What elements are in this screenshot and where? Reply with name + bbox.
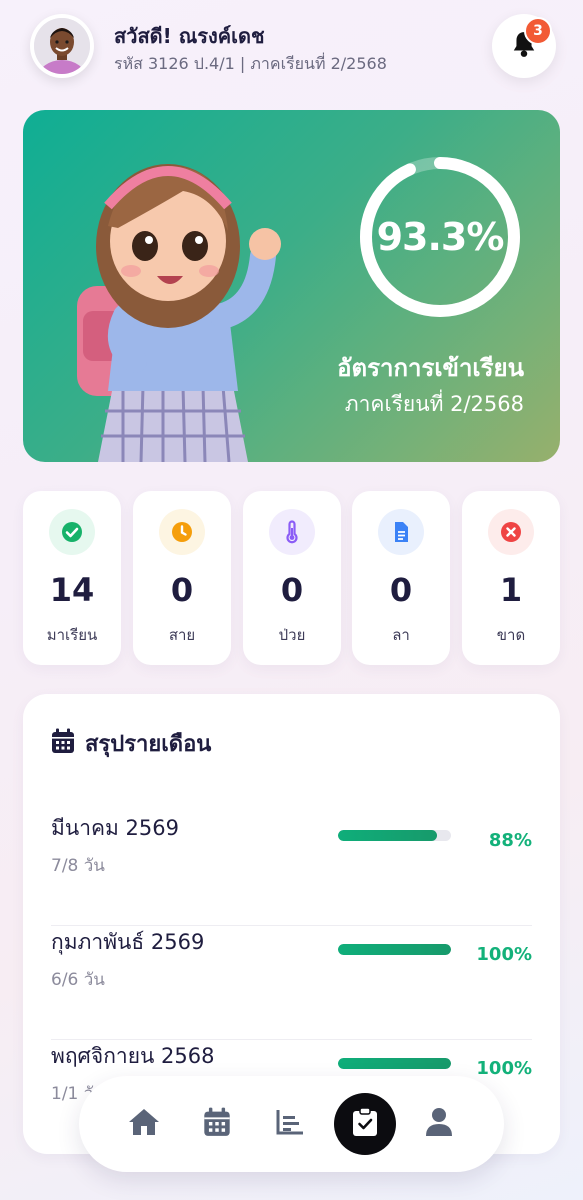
calendar-icon [203, 1107, 231, 1141]
stat-label: สาย [168, 626, 196, 644]
avatar-image [34, 18, 90, 74]
stat-value: 0 [280, 571, 304, 609]
stat-label: ลา [392, 626, 410, 644]
stat-label: มาเรียน [46, 626, 98, 644]
month-name: พฤศจิกายน 2568 [51, 1044, 215, 1068]
month-name: กุมภาพันธ์ 2569 [51, 930, 205, 954]
month-percent: 100% [476, 1058, 532, 1079]
student-info: รหัส 3126 ป.4/1 | ภาคเรียนที่ 2/2568 [114, 54, 387, 73]
attendance-percent: 93.3% [376, 215, 505, 259]
nav-profile[interactable] [419, 1104, 459, 1144]
greeting-text: สวัสดี! ณรงค์เดช [114, 24, 265, 48]
avatar[interactable] [30, 14, 94, 78]
document-icon [378, 509, 424, 555]
stat-card-late[interactable]: 0 สาย [133, 491, 231, 665]
check-circle-icon [49, 509, 95, 555]
bottom-nav [79, 1076, 504, 1172]
student-illustration [63, 136, 303, 462]
stat-card-present[interactable]: 14 มาเรียน [23, 491, 121, 665]
month-name: มีนาคม 2569 [51, 816, 179, 840]
x-circle-icon [488, 509, 534, 555]
month-days: 6/6 วัน [51, 970, 105, 990]
month-progress-bar [338, 1058, 451, 1069]
chart-icon [275, 1108, 305, 1140]
stat-value: 1 [499, 571, 523, 609]
stat-value: 0 [389, 571, 413, 609]
attendance-title: อัตราการเข้าเรียน [337, 354, 524, 382]
home-icon [127, 1107, 161, 1141]
nav-attendance[interactable] [334, 1093, 396, 1155]
month-row[interactable]: มีนาคม 2569 7/8 วัน 88% [51, 812, 532, 926]
month-percent: 88% [488, 830, 532, 851]
month-progress-fill [338, 830, 438, 841]
summary-heading: สรุปรายเดือน [51, 726, 211, 761]
attendance-hero-card: 93.3% อัตราการเข้าเรียน ภาคเรียนที่ 2/25… [23, 110, 560, 462]
calendar-icon [51, 728, 75, 760]
nav-home[interactable] [124, 1104, 164, 1144]
month-progress-bar [338, 830, 451, 841]
profile-icon [425, 1107, 453, 1141]
thermometer-icon [269, 509, 315, 555]
stat-value: 0 [170, 571, 194, 609]
clipboard-check-icon [352, 1107, 378, 1141]
stat-card-leave[interactable]: 0 ลา [352, 491, 450, 665]
header: สวัสดี! ณรงค์เดช รหัส 3126 ป.4/1 | ภาคเร… [30, 14, 556, 78]
month-progress-fill [338, 1058, 451, 1069]
attendance-stats: 14 มาเรียน 0 สาย 0 ป่วย 0 ลา 1 ขาด [23, 491, 560, 665]
stat-card-absent[interactable]: 1 ขาด [462, 491, 560, 665]
stat-value: 14 [49, 571, 95, 609]
notification-badge: 3 [524, 17, 552, 45]
clock-icon [159, 509, 205, 555]
nav-calendar[interactable] [197, 1104, 237, 1144]
stat-label: ขาด [496, 626, 526, 644]
summary-title: สรุปรายเดือน [85, 732, 212, 757]
stat-label: ป่วย [278, 626, 306, 644]
month-progress-bar [338, 944, 451, 955]
stat-card-sick[interactable]: 0 ป่วย [243, 491, 341, 665]
month-row[interactable]: กุมภาพันธ์ 2569 6/6 วัน 100% [51, 926, 532, 1040]
notification-button[interactable]: 3 [492, 14, 556, 78]
nav-stats[interactable] [270, 1104, 310, 1144]
month-days: 7/8 วัน [51, 856, 105, 876]
month-progress-fill [338, 944, 451, 955]
semester-label: ภาคเรียนที่ 2/2568 [344, 392, 524, 416]
month-percent: 100% [476, 944, 532, 965]
